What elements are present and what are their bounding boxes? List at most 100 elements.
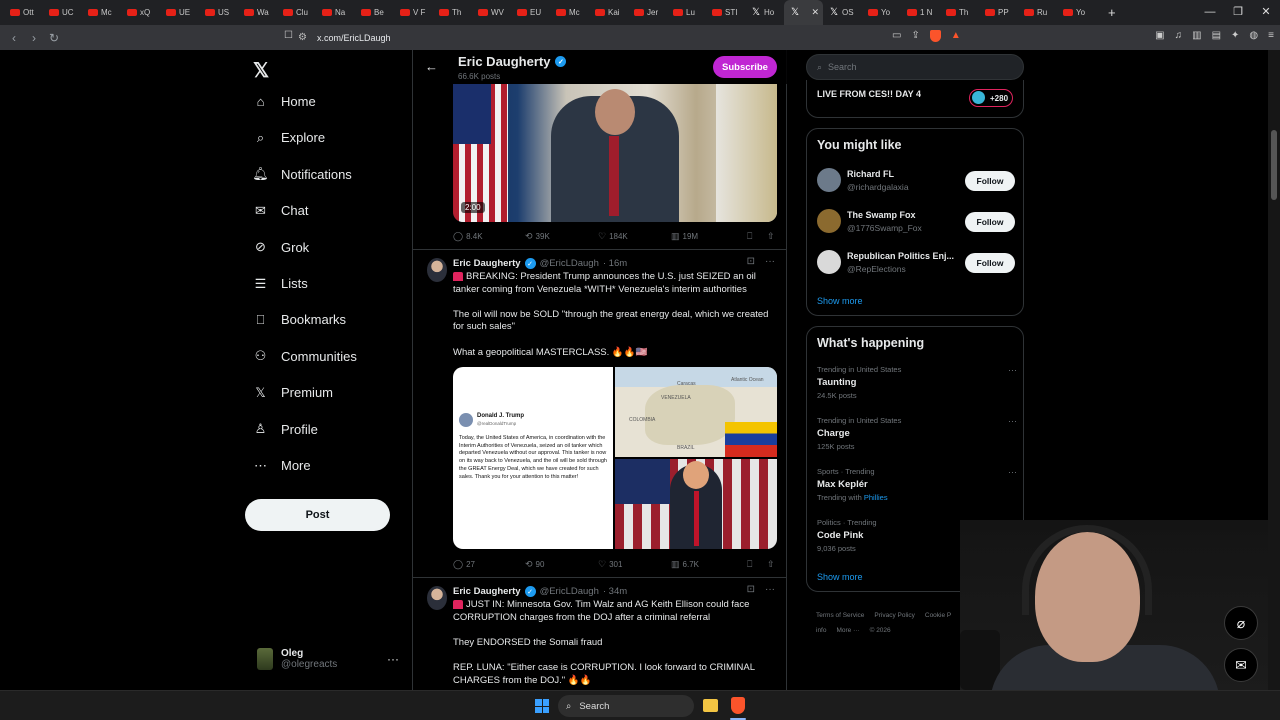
media-icon[interactable]: ♫ (1175, 30, 1183, 41)
footer-link[interactable]: Cookie P (925, 612, 951, 619)
footer-link[interactable]: More ··· (836, 627, 859, 634)
footer-link[interactable]: Privacy Policy (874, 612, 914, 619)
more-icon[interactable]: ··· (1008, 416, 1017, 426)
browser-tab[interactable]: Yo (1057, 0, 1096, 25)
more-icon[interactable]: ··· (765, 256, 775, 267)
nav-item-communities[interactable]: ⚇ Communities (253, 348, 357, 364)
menu-icon[interactable]: ≡ (1268, 30, 1274, 41)
share-button[interactable]: ⇧ (767, 231, 775, 242)
browser-tab[interactable]: UE (160, 0, 199, 25)
trend-link[interactable]: Phillies (864, 493, 888, 502)
reply-button[interactable]: ◯ 8.4K (453, 231, 525, 242)
more-icon[interactable]: ··· (387, 652, 399, 666)
bookmark-page-icon[interactable]: ☐ (284, 30, 293, 41)
browser-tab[interactable]: Be (355, 0, 394, 25)
bookmark-button[interactable]: ⎕ (747, 559, 767, 570)
post-button[interactable]: Post (245, 499, 390, 531)
browser-tab[interactable]: Mc (550, 0, 589, 25)
close-tab-icon[interactable]: ✕ (811, 7, 819, 18)
nav-item-grok[interactable]: ⊘ Grok (253, 239, 309, 255)
file-explorer-icon[interactable] (703, 699, 718, 712)
nav-item-home[interactable]: ⌂ Home (253, 94, 316, 109)
venezuela-map-image[interactable]: Caracas VENEZUELA COLOMBIA BRAZIL Atlant… (615, 367, 777, 457)
follow-button[interactable]: Follow (965, 212, 1015, 232)
back-arrow-icon[interactable]: ← (425, 59, 438, 74)
maximize-button[interactable]: ❐ (1224, 0, 1252, 25)
browser-tab[interactable]: Clu (277, 0, 316, 25)
avatar[interactable] (427, 258, 447, 282)
nav-item-more[interactable]: ⋯ More (253, 458, 311, 474)
author-handle[interactable]: @EricLDaugh (540, 258, 599, 269)
page-scrollbar[interactable] (1268, 50, 1280, 690)
browser-tab[interactable]: Yo (862, 0, 901, 25)
browser-tab[interactable]: WV (472, 0, 511, 25)
forward-icon[interactable]: › (24, 31, 44, 45)
browser-tab[interactable]: EU (511, 0, 550, 25)
reply-button[interactable]: ◯ 27 (453, 559, 525, 570)
video-player[interactable]: 2:00 (453, 84, 777, 222)
nav-item-lists[interactable]: ☰ Lists (253, 276, 308, 292)
extensions-icon[interactable]: ▣ (1155, 30, 1164, 41)
trend-item[interactable]: Trending in United States Taunting 24.5K… (817, 365, 1017, 400)
grok-fab-button[interactable]: ⌀ (1224, 606, 1258, 640)
x-logo[interactable]: 𝕏 (253, 58, 269, 83)
browser-tab[interactable]: Mc (82, 0, 121, 25)
nav-item-bookmarks[interactable]: ⎕ Bookmarks (253, 312, 346, 328)
follow-button[interactable]: Follow (965, 253, 1015, 273)
suggested-user[interactable]: Republican Politics Enj... @RepElections… (817, 250, 1017, 278)
trend-item[interactable]: Sports · Trending Max Keplér Trending wi… (817, 467, 1017, 502)
browser-tab[interactable]: US (199, 0, 238, 25)
reload-icon[interactable]: ↻ (44, 31, 64, 45)
more-icon[interactable]: ··· (1008, 365, 1017, 375)
share-button[interactable]: ⇧ (767, 559, 775, 570)
views-button[interactable]: ▥ 6.7K (671, 559, 747, 570)
like-button[interactable]: ♡ 184K (598, 231, 671, 242)
browser-tab[interactable]: PP (979, 0, 1018, 25)
browser-tab[interactable]: 𝕏 Ho (745, 0, 784, 25)
show-more-link[interactable]: Show more (817, 296, 863, 306)
browser-tab[interactable]: 𝕏 ✕ (784, 0, 823, 25)
repost-button[interactable]: ⟲ 90 (525, 559, 598, 570)
nav-item-profile[interactable]: ♙ Profile (253, 421, 318, 437)
browser-tab[interactable]: Ott (4, 0, 43, 25)
trump-photo[interactable] (615, 459, 777, 549)
browser-tab[interactable]: Ru (1018, 0, 1057, 25)
windows-start-icon[interactable] (535, 699, 549, 713)
subscribe-button[interactable]: Subscribe (713, 56, 777, 78)
browser-tab[interactable]: UC (43, 0, 82, 25)
browser-tab[interactable]: Th (940, 0, 979, 25)
url-field[interactable]: ⚙ x.com/EricLDaugh (298, 28, 978, 47)
close-window-button[interactable]: ✕ (1252, 0, 1280, 25)
author-name[interactable]: Eric Daugherty (453, 258, 521, 269)
follow-button[interactable]: Follow (965, 171, 1015, 191)
account-switcher[interactable]: Oleg @olegreacts ··· (257, 648, 399, 670)
nav-item-notifications[interactable]: 🔔︎ Notifications (252, 166, 352, 182)
repost-button[interactable]: ⟲ 39K (525, 231, 598, 242)
minimize-button[interactable]: — (1196, 0, 1224, 25)
browser-tab[interactable]: STI (706, 0, 745, 25)
brave-shields-icon[interactable] (929, 30, 941, 42)
brave-browser-icon[interactable] (731, 697, 745, 714)
browser-tab[interactable]: xQ (121, 0, 160, 25)
taskbar-search[interactable]: ⌕ Search (558, 695, 694, 717)
more-icon[interactable]: ··· (765, 584, 775, 595)
browser-tab[interactable]: Jer (628, 0, 667, 25)
tweet-time[interactable]: · 16m (603, 258, 627, 269)
browser-tab[interactable]: Lu (667, 0, 706, 25)
browser-tab[interactable]: 1 N (901, 0, 940, 25)
browser-tab[interactable]: Kai (589, 0, 628, 25)
new-tab-button[interactable]: + (1108, 5, 1116, 20)
site-settings-icon[interactable]: ⚙ (298, 32, 307, 43)
browser-tab[interactable]: Th (433, 0, 472, 25)
tweet-media-grid[interactable]: Donald J. Trump @realDonaldTrump Today, … (453, 367, 777, 549)
live-space-card[interactable]: LIVE FROM CES!! DAY 4 +280 (806, 80, 1024, 118)
scroll-thumb[interactable] (1271, 130, 1277, 200)
grok-icon[interactable]: ⊡ (747, 584, 755, 595)
share-icon[interactable]: ⇪ (911, 30, 919, 42)
vpn-icon[interactable]: ◍ (1249, 30, 1258, 41)
avatar[interactable] (427, 586, 447, 610)
search-input[interactable]: ⌕ Search (806, 54, 1024, 80)
browser-tab[interactable]: V F (394, 0, 433, 25)
wallet-icon[interactable]: ▤ (1212, 30, 1221, 41)
browser-tab[interactable]: Wa (238, 0, 277, 25)
